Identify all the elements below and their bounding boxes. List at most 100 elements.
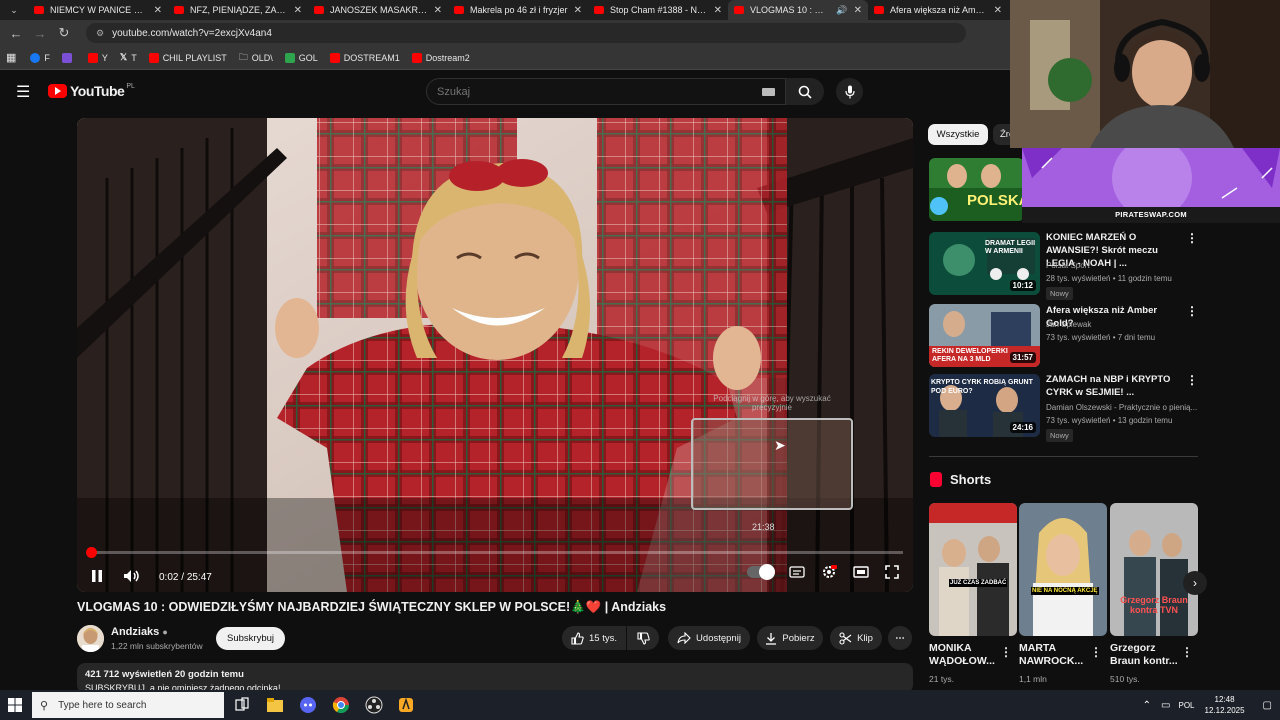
fullscreen-icon[interactable] [885, 565, 899, 579]
taskbar-search-box[interactable]: ⚲ Type here to search [32, 692, 224, 718]
search-input[interactable] [437, 85, 762, 98]
subscribe-button[interactable]: Subskrybuj [216, 627, 285, 650]
speaker-icon[interactable]: 🔊 [836, 5, 847, 16]
browser-tab[interactable]: NFZ, PIENIĄDZE, ZADŁUŻ ✕ [168, 0, 308, 20]
subscriber-count: 1,22 mln subskrybentów [111, 641, 203, 651]
bookmark-x[interactable]: 𝕏T [120, 52, 137, 63]
video-player[interactable]: Podciągnij w górę, aby wyszukać precyzyj… [77, 118, 913, 592]
recommendation-thumbnail[interactable]: KRYPTO CYRK ROBIĄ GRUNT POD EURO? 24:16 [929, 374, 1040, 437]
recommendation-thumbnail[interactable]: POLSKA [929, 158, 1024, 221]
chrome-icon[interactable] [332, 696, 350, 714]
task-view-icon[interactable] [233, 696, 251, 714]
more-vertical-icon[interactable]: ⋮ [1186, 231, 1198, 245]
clock[interactable]: 12:48 12.12.2025 [1205, 694, 1245, 716]
progress-scrubber[interactable] [86, 547, 97, 558]
close-tab-icon[interactable]: ✕ [714, 5, 722, 16]
volume-icon [124, 569, 139, 582]
browser-tab[interactable]: Makrela po 46 zł i fryzjer ✕ [448, 0, 588, 20]
recommendation-title[interactable]: ZAMACH na NBP i KRYPTO CYRK w SEJMIE! ..… [1046, 373, 1186, 399]
browser-tab[interactable]: JANOSZEK MASAKRUJE S ✕ [308, 0, 448, 20]
browser-tab[interactable]: NIEMCY W PANICE BO US ✕ [28, 0, 168, 20]
tray-expand-icon[interactable]: ⌃ [1143, 700, 1151, 711]
hamburger-menu-icon[interactable]: ☰ [16, 82, 30, 102]
browser-tab[interactable]: Stop Cham #1388 - Niebe ✕ [588, 0, 728, 20]
progress-bar[interactable] [86, 547, 903, 558]
bookmark-dostream2[interactable]: Dostream2 [411, 52, 470, 63]
youtube-logo[interactable]: YouTube PL [48, 83, 135, 99]
bookmark-youtube[interactable]: Y [87, 52, 108, 63]
recommendation-channel[interactable]: Polsat Sport [1046, 261, 1206, 270]
download-button[interactable]: Pobierz [757, 626, 823, 650]
close-tab-icon[interactable]: ✕ [154, 5, 162, 16]
browser-tab-active[interactable]: VLOGMAS 10 : ODWIE 🔊 ✕ [728, 0, 868, 20]
bookmark-chil-playlist[interactable]: CHIL PLAYLIST [148, 52, 227, 63]
close-tab-icon[interactable]: ✕ [294, 5, 302, 16]
notification-icon[interactable]: ▢ [1263, 700, 1272, 711]
short-title[interactable]: Grzegorz Braun kontr... [1110, 642, 1188, 668]
browser-tab[interactable]: Afera większa niż Amber ✕ [868, 0, 1008, 20]
back-arrow-icon[interactable]: ← [4, 26, 28, 41]
keyboard-icon[interactable] [762, 87, 775, 96]
volume-button[interactable] [123, 569, 141, 586]
bookmark-dostream1[interactable]: DOSTREAM1 [329, 52, 400, 63]
short-thumbnail[interactable]: JUŻ CZAS ZADBAĆ [929, 503, 1017, 636]
close-tab-icon[interactable]: ✕ [994, 5, 1002, 16]
recommendation-channel[interactable]: Damian Olszewski - Praktycznie o pienią.… [1046, 403, 1206, 412]
like-button[interactable]: 15 tys. [562, 626, 626, 650]
reload-icon[interactable]: ↻ [52, 25, 76, 41]
bookmark-folder-old[interactable]: 🗀 OLD\ [239, 50, 273, 66]
voice-search-button[interactable] [836, 78, 863, 105]
recommendation-thumbnail[interactable]: DRAMAT LEGII W ARMENII 10:12 [929, 232, 1040, 295]
settings-gear-icon[interactable] [821, 564, 837, 580]
short-thumbnail[interactable]: NIE NA NOCNĄ AKCJĘ [1019, 503, 1107, 636]
app-icon[interactable] [397, 696, 415, 714]
filter-chip-all[interactable]: Wszystkie [928, 124, 988, 145]
bookmark-facebook[interactable]: F [30, 52, 50, 63]
description-box[interactable]: 421 712 wyświetleń 20 godzin temu SUBSKR… [77, 663, 913, 693]
close-tab-icon[interactable]: ✕ [434, 5, 442, 16]
search-input-wrapper[interactable] [426, 78, 786, 105]
recommendation-meta: 73 tys. wyświetleń • 13 godzin temu [1046, 416, 1173, 425]
tab-search-button[interactable]: ⌄ [0, 0, 28, 20]
more-vertical-icon[interactable]: ⋮ [1186, 304, 1198, 318]
close-tab-icon[interactable]: ✕ [574, 5, 582, 16]
discord-icon[interactable] [299, 696, 317, 714]
url-field[interactable]: ⚙ youtube.com/watch?v=2excjXv4an4 [86, 23, 966, 43]
pause-button[interactable] [91, 569, 103, 586]
short-thumbnail[interactable]: Grzegorz Braun kontra TVN [1110, 503, 1198, 636]
bookmark-twitch[interactable] [61, 52, 76, 63]
more-vertical-icon[interactable]: ⋮ [1090, 645, 1102, 659]
more-vertical-icon[interactable]: ⋮ [1181, 645, 1193, 659]
channel-avatar[interactable] [77, 625, 104, 652]
short-title[interactable]: MONIKA WĄDOŁOW... [929, 642, 1007, 668]
more-vertical-icon[interactable]: ⋮ [1186, 373, 1198, 387]
dislike-button[interactable] [627, 626, 659, 650]
bookmark-gol[interactable]: GOL [284, 52, 318, 63]
more-actions-button[interactable]: ⋯ [888, 626, 912, 650]
share-icon [677, 632, 691, 644]
youtube-icon [329, 52, 340, 63]
site-info-icon[interactable]: ⚙ [96, 28, 104, 39]
close-tab-icon[interactable]: ✕ [854, 5, 862, 16]
shorts-next-arrow-icon[interactable]: › [1183, 571, 1207, 595]
network-icon[interactable]: ▭ [1161, 700, 1170, 711]
more-vertical-icon[interactable]: ⋮ [1000, 645, 1012, 659]
file-explorer-icon[interactable] [266, 696, 284, 714]
autoplay-toggle[interactable] [747, 564, 775, 580]
subtitles-icon[interactable] [789, 566, 805, 578]
recommendation-meta: 28 tys. wyświetleń • 11 godzin temu [1046, 274, 1172, 283]
forward-arrow-icon[interactable]: → [28, 26, 52, 41]
obs-icon[interactable] [365, 696, 383, 714]
windows-start-icon[interactable] [8, 698, 22, 717]
channel-name[interactable]: Andziaks ● [111, 626, 168, 638]
share-button[interactable]: Udostępnij [668, 626, 750, 650]
apps-grid-icon[interactable]: ▦ [6, 51, 16, 64]
recommendation-channel[interactable]: Jan Śpiewak [1046, 320, 1206, 329]
clip-button[interactable]: Klip [830, 626, 882, 650]
short-title[interactable]: MARTA NAWROCK... [1019, 642, 1097, 668]
search-button[interactable] [786, 78, 824, 105]
recommendation-thumbnail[interactable]: REKIN DEWELOPERKI AFERA NA 3 MLD 31:57 [929, 304, 1040, 367]
tab-title: JANOSZEK MASAKRUJE S [330, 5, 428, 15]
theater-mode-icon[interactable] [853, 566, 869, 578]
language-indicator[interactable]: POL [1178, 701, 1194, 710]
